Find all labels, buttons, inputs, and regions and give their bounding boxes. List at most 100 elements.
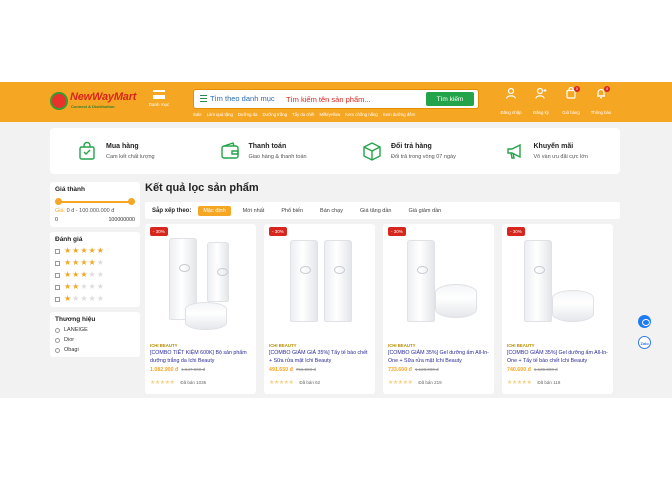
price-slider-max-handle[interactable] [128,198,135,205]
product-brand: ICHI BEAUTY [269,343,297,348]
radio-button[interactable] [55,337,60,343]
price-slider-min-handle[interactable] [55,198,62,205]
category-search-dropdown[interactable]: Tìm theo danh mục [210,94,275,103]
shopping-bag-icon [79,141,95,160]
sort-option-price-asc[interactable]: Giá tăng dần [355,206,397,216]
quick-link[interactable]: Kem dưỡng đêm [383,112,415,117]
brand-option[interactable]: Dior [55,337,135,343]
product-image[interactable] [151,232,250,336]
search-input[interactable] [286,93,421,106]
star-filled-icon: ★ [88,258,96,267]
rating-option-2[interactable]: ★ ★ ★ ★ ★ [55,283,135,291]
product-name[interactable]: [COMBO TIẾT KIỆM 600K] Bộ sản phẩm dưỡng… [150,350,252,365]
product-sold-count: Đã bán 62 [299,380,321,385]
quick-link[interactable]: Milk/yellow [319,112,340,117]
category-menu-button[interactable]: Danh mục [146,88,172,118]
star-empty-icon: ★ [72,294,80,303]
product-brand: ICHI BEAUTY [150,343,178,348]
sort-bar: Sắp xếp theo: Mặc định Mới nhất Phổ biến… [145,202,620,219]
product-tube [407,240,435,322]
rating-option-3[interactable]: ★ ★ ★ ★ ★ [55,271,135,279]
user-plus-icon [535,87,547,99]
rating-option-5[interactable]: ★ ★ ★ ★ ★ [55,247,135,255]
sort-option-default[interactable]: Mặc định [198,205,231,216]
radio-button[interactable] [55,327,60,333]
star-filled-icon: ★ [96,246,104,255]
star-empty-icon: ★ [88,282,96,291]
product-price: 740.600 đ [507,367,531,373]
quick-link[interactable]: Dưỡng da [238,112,258,117]
product-prices: 491.650 đ 756.000 đ [269,367,316,373]
product-prices: 740.600 đ 1.139.000 đ [507,367,558,373]
star-filled-icon: ★ [80,246,88,255]
checkbox[interactable] [55,272,60,278]
service-title: Đổi trả hàng [391,142,432,150]
megaphone-icon [506,143,521,159]
product-price: 1.082.900 đ [150,367,179,373]
brand-filter-title: Thương hiệu [55,316,96,323]
product-image[interactable] [508,232,607,336]
zalo-chat-button[interactable]: Zalo [638,336,651,349]
brand-option[interactable]: LANEIGE [55,327,135,333]
wallet-icon [220,142,239,159]
price-max-input[interactable]: 100000000 [108,217,135,223]
product-meta: ★★★★★ Đã bán 1036 [150,379,206,386]
sort-option-popular[interactable]: Phổ biến [276,206,308,216]
cart-button[interactable]: 0 Giỏ hàng [556,86,586,119]
cart-count-badge: 0 [574,86,580,92]
star-filled-icon: ★ [72,270,80,279]
rating-option-1[interactable]: ★ ★ ★ ★ ★ [55,295,135,303]
product-sold-count: Đã bán 1036 [180,380,207,385]
quick-link[interactable]: Dưỡng trắng [262,112,287,117]
sort-option-bestselling[interactable]: Bán chạy [315,206,348,216]
product-card[interactable]: - 30% ICHI BEAUTY [COMBO TIẾT KIỆM 600K]… [145,224,256,394]
product-card[interactable]: - 30% ICHI BEAUTY [COMBO GIẢM 35%] Gel d… [383,224,494,394]
radio-button[interactable] [55,347,60,353]
register-button[interactable]: Đăng ký [526,87,556,119]
login-button[interactable]: Đăng nhập [496,87,526,119]
site-header: NewWayMart Connect & Distribution Danh m… [0,82,672,122]
price-min-input[interactable]: 0 [55,217,58,223]
product-grid: - 30% ICHI BEAUTY [COMBO TIẾT KIỆM 600K]… [145,224,620,394]
star-filled-icon: ★ [64,282,72,291]
quick-link[interactable]: Kem chống nắng [345,112,378,117]
sort-option-price-desc[interactable]: Giá giảm dần [403,206,446,216]
service-subtitle: Cam kết chất lượng [106,153,155,160]
quick-link[interactable]: Làm quà tặng [207,112,233,117]
star-filled-icon: ★ [72,246,80,255]
logo-tagline: Connect & Distribution [71,104,115,109]
product-image[interactable] [270,232,369,336]
brand-label: LANEIGE [64,327,88,333]
checkbox[interactable] [55,296,60,302]
product-card[interactable]: - 30% ICHI BEAUTY [COMBO GIẢM 35%] Gel d… [502,224,613,394]
price-label: Giá: [55,208,66,214]
search-bar: Tìm theo danh mục Tìm kiếm [193,89,479,109]
service-title: Mua hàng [106,142,139,150]
quick-link[interactable]: Sale [193,112,202,117]
messenger-chat-icon[interactable] [638,315,651,328]
brand-option[interactable]: Obagi [55,347,135,353]
product-results: Kết quả lọc sản phẩm Sắp xếp theo: Mặc đ… [145,182,620,394]
checkbox[interactable] [55,248,60,254]
service-title: Khuyến mãi [533,142,574,150]
price-slider[interactable] [55,197,135,207]
product-name[interactable]: [COMBO GIẢM 35%] Gel dưỡng ẩm All-In-One… [507,350,609,365]
notification-button[interactable]: 0 Thông báo [586,86,616,119]
brand-label: Dior [64,337,75,343]
sort-option-newest[interactable]: Mới nhất [238,206,270,216]
checkbox[interactable] [55,284,60,290]
search-button[interactable]: Tìm kiếm [426,92,474,106]
product-card[interactable]: - 30% ICHI BEAUTY [COMBO GIẢM GIÁ 35%] T… [264,224,375,394]
product-name[interactable]: [COMBO GIẢM 35%] Gel dưỡng ẩm All-In-One… [388,350,490,365]
product-jar [552,290,594,322]
star-empty-icon: ★ [88,270,96,279]
rating-filter: Đánh giá ★ ★ ★ ★ ★ ★ ★ ★ ★ ★ ★ ★ ★ ★ ★ ★ ★ ★ ★ ★ ★ ★ ★ ★ ★ [50,232,140,307]
product-brand: ICHI BEAUTY [507,343,535,348]
product-meta: ★★★★★ Đã bán 62 [269,379,320,386]
quick-link[interactable]: Tẩy da chết [292,112,314,117]
site-logo[interactable]: NewWayMart Connect & Distribution [50,91,138,115]
rating-option-4[interactable]: ★ ★ ★ ★ ★ [55,259,135,267]
product-name[interactable]: [COMBO GIẢM GIÁ 35%] Tẩy tế bào chết + S… [269,350,371,365]
checkbox[interactable] [55,260,60,266]
product-image[interactable] [389,232,488,336]
